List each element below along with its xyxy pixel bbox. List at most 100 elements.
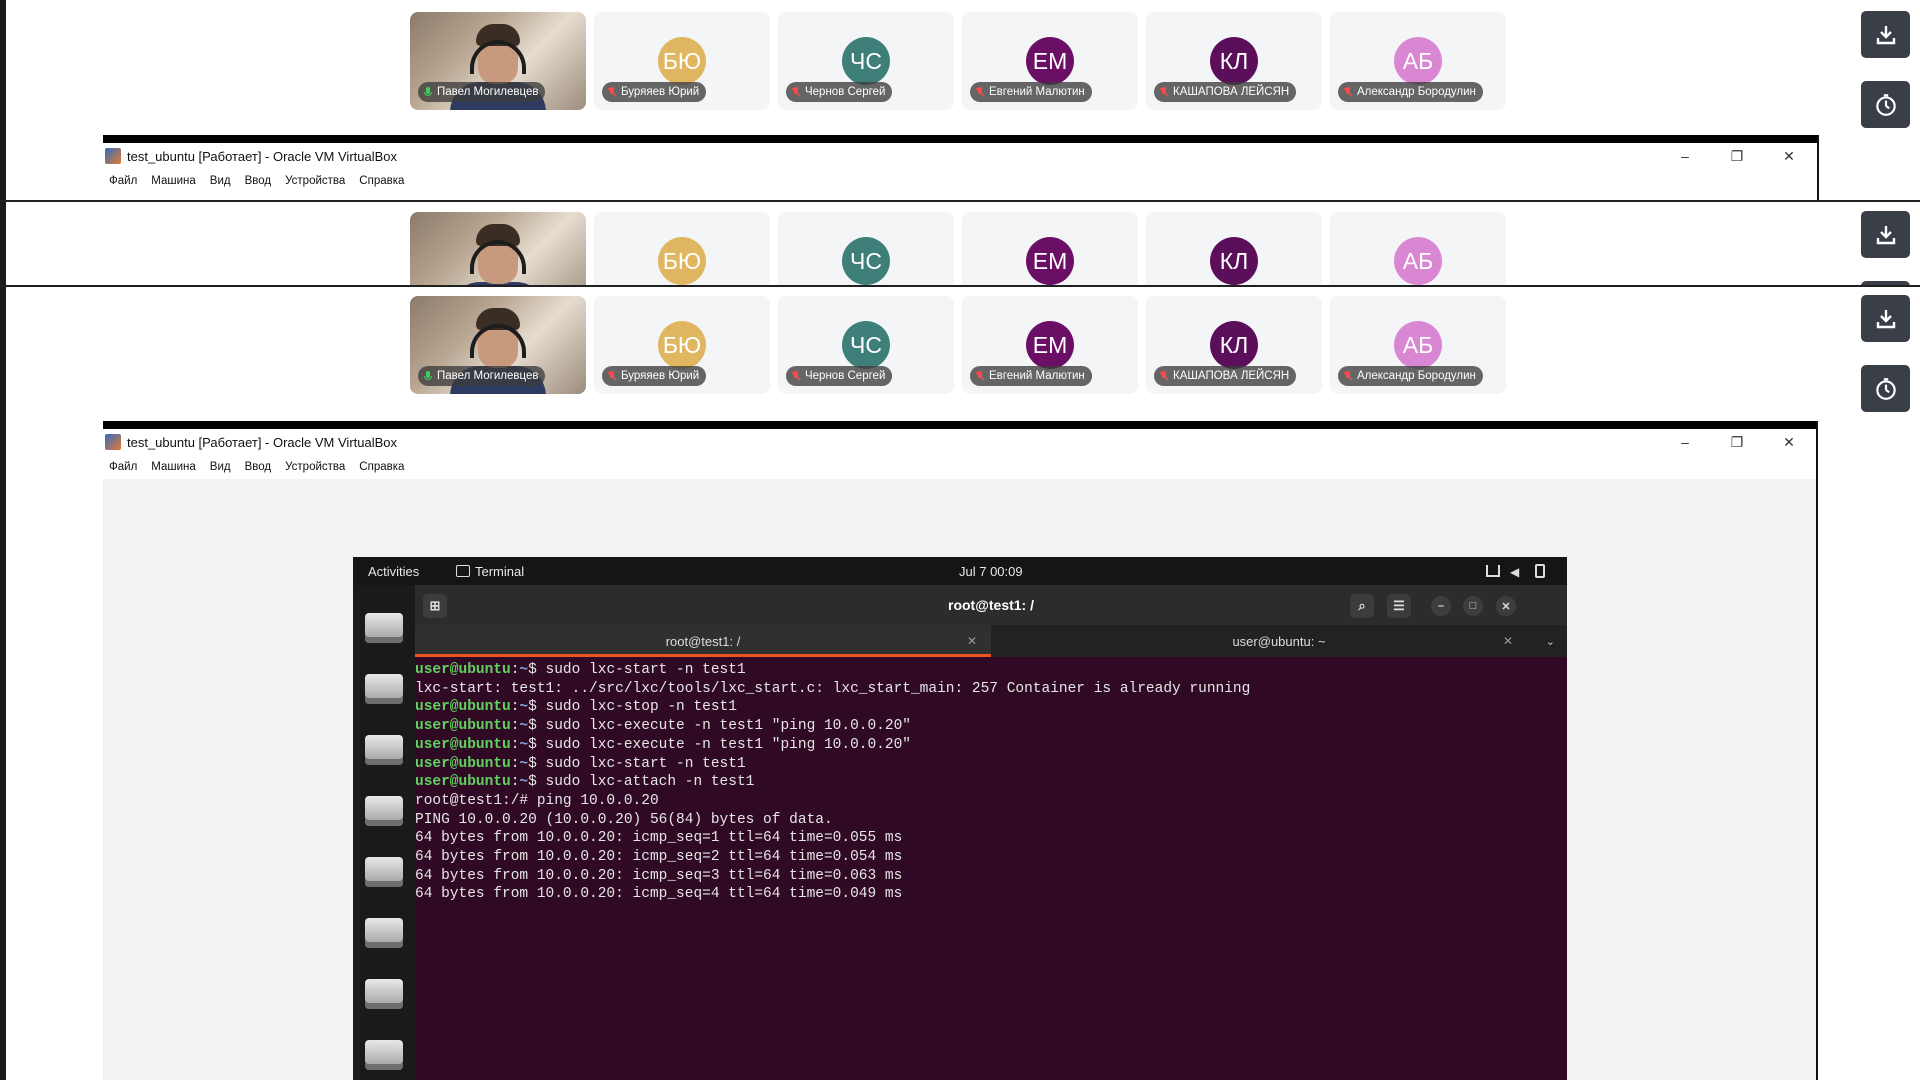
participant-tile[interactable]: АБ <box>1330 212 1506 285</box>
participant-tile[interactable]: БЮ Буряяев Юрий <box>594 296 770 394</box>
download-button[interactable] <box>1861 211 1910 258</box>
participant-tile[interactable]: АБ Александр Бородулин <box>1330 12 1506 110</box>
participant-name: КАШАПОВА ЛЕЙСЯН <box>1173 86 1290 98</box>
menu-machine[interactable]: Машина <box>151 175 196 187</box>
tab-user-ubuntu[interactable]: user@ubuntu: ~ ✕ ⌄ <box>991 625 1567 657</box>
drive-icon[interactable] <box>365 735 403 765</box>
mic-muted-icon <box>975 371 985 381</box>
mic-muted-icon <box>1343 87 1353 97</box>
app-menu-terminal[interactable]: Terminal <box>475 564 524 579</box>
participant-tile[interactable] <box>410 212 586 285</box>
restore-button[interactable]: ❐ <box>1725 429 1749 455</box>
avatar: ЕМ <box>1026 237 1074 285</box>
participants-strip: БЮ ЧС ЕМ КЛ АБ <box>410 212 1506 285</box>
menu-file[interactable]: Файл <box>109 461 137 473</box>
close-button[interactable]: ✕ <box>1777 429 1801 455</box>
participant-tile[interactable]: КЛ <box>1146 212 1322 285</box>
drive-icon[interactable] <box>365 918 403 948</box>
participant-name-tag: Буряяев Юрий <box>602 82 707 102</box>
participant-tile[interactable]: ЕМ <box>962 212 1138 285</box>
battery-icon[interactable] <box>1535 564 1545 578</box>
drive-icon[interactable] <box>365 796 403 826</box>
participant-name-tag: КАШАПОВА ЛЕЙСЯН <box>1154 366 1297 386</box>
network-icon[interactable] <box>1486 565 1500 577</box>
tabs-dropdown-chevron-icon[interactable]: ⌄ <box>1546 635 1555 648</box>
menu-input[interactable]: Ввод <box>245 461 272 473</box>
mic-muted-icon <box>607 371 617 381</box>
drive-icon[interactable] <box>365 979 403 1009</box>
participant-name-tag: Евгений Малютин <box>970 82 1092 102</box>
avatar: АБ <box>1394 237 1442 285</box>
menu-file[interactable]: Файл <box>109 175 137 187</box>
menu-devices[interactable]: Устройства <box>285 175 345 187</box>
mic-muted-icon <box>607 87 617 97</box>
search-icon[interactable]: ⌕ <box>1350 594 1374 618</box>
terminal-line: user@ubuntu:~$ sudo lxc-execute -n test1… <box>415 736 911 753</box>
download-button[interactable] <box>1861 11 1910 58</box>
participant-name-tag: Чернов Сергей <box>786 82 893 102</box>
participant-tile[interactable]: Павел Могилевцев <box>410 12 586 110</box>
close-button[interactable]: ✕ <box>1777 143 1801 169</box>
timer-button[interactable] <box>1861 365 1910 412</box>
minimize-button[interactable]: – <box>1431 596 1451 616</box>
participant-tile[interactable]: КЛ КАШАПОВА ЛЕЙСЯН <box>1146 12 1322 110</box>
terminal-line: user@ubuntu:~$ sudo lxc-execute -n test1… <box>415 718 911 735</box>
participant-tile[interactable]: ЧС Чернов Сергей <box>778 12 954 110</box>
terminal-window: ⊞ root@test1: / ⌕ ☰ – □ ✕ root@test1: / … <box>415 585 1567 1080</box>
menu-machine[interactable]: Машина <box>151 461 196 473</box>
terminal-line: user@ubuntu:~$ sudo lxc-start -n test1 <box>415 662 746 678</box>
participant-tile[interactable]: ЧС <box>778 212 954 285</box>
tab-root-test1[interactable]: root@test1: / ✕ <box>415 625 991 657</box>
window-title: test_ubuntu [Работает] - Oracle VM Virtu… <box>127 434 398 450</box>
screen-pane-2: БЮ ЧС ЕМ КЛ АБ <box>0 202 1920 285</box>
menu-view[interactable]: Вид <box>210 175 231 187</box>
drive-icon[interactable] <box>365 1040 403 1070</box>
minimize-button[interactable]: – <box>1673 429 1697 455</box>
participant-tile[interactable]: АБ Александр Бородулин <box>1330 296 1506 394</box>
avatar: АБ <box>1394 37 1442 85</box>
tab-close-icon[interactable]: ✕ <box>1503 634 1513 648</box>
ubuntu-guest-screen[interactable]: Activities Terminal Jul 7 00:09 ◀ ⊞ root… <box>353 557 1567 1080</box>
avatar: КЛ <box>1210 321 1258 369</box>
avatar: КЛ <box>1210 237 1258 285</box>
menu-help[interactable]: Справка <box>359 175 404 187</box>
maximize-button[interactable]: □ <box>1463 596 1483 616</box>
participant-tile[interactable]: ЧС Чернов Сергей <box>778 296 954 394</box>
hamburger-menu-icon[interactable]: ☰ <box>1387 594 1411 618</box>
timer-button[interactable] <box>1861 81 1910 128</box>
timer-icon <box>1875 93 1896 116</box>
menu-bar: Файл Машина Вид Ввод Устройства Справка <box>103 455 1816 479</box>
download-icon <box>1876 25 1895 44</box>
tab-label: user@ubuntu: ~ <box>1232 633 1326 649</box>
terminal-output[interactable]: user@ubuntu:~$ sudo lxc-start -n test1 lx… <box>415 657 1567 904</box>
menu-help[interactable]: Справка <box>359 461 404 473</box>
participant-tile[interactable]: БЮ <box>594 212 770 285</box>
participant-tile[interactable]: ЕМ Евгений Малютин <box>962 12 1138 110</box>
menu-view[interactable]: Вид <box>210 461 231 473</box>
minimize-button[interactable]: – <box>1673 143 1697 169</box>
ubuntu-dock <box>353 585 415 1080</box>
activities-button[interactable]: Activities <box>368 564 419 579</box>
participant-tile[interactable]: КЛ КАШАПОВА ЛЕЙСЯН <box>1146 296 1322 394</box>
volume-icon[interactable]: ◀ <box>1510 565 1519 579</box>
restore-button[interactable]: ❐ <box>1725 143 1749 169</box>
clock[interactable]: Jul 7 00:09 <box>959 564 1023 579</box>
window-title: test_ubuntu [Работает] - Oracle VM Virtu… <box>127 148 398 164</box>
timer-icon <box>1875 377 1896 400</box>
participant-tile[interactable]: Павел Могилевцев <box>410 296 586 394</box>
drive-icon[interactable] <box>365 674 403 704</box>
tab-close-icon[interactable]: ✕ <box>967 634 977 648</box>
terminal-line: PING 10.0.0.20 (10.0.0.20) 56(84) bytes … <box>415 811 833 828</box>
menu-devices[interactable]: Устройства <box>285 461 345 473</box>
participant-tile[interactable]: БЮ Буряяев Юрий <box>594 12 770 110</box>
participant-name: Евгений Малютин <box>989 370 1085 382</box>
terminal-line: 64 bytes from 10.0.0.20: icmp_seq=1 ttl=… <box>415 830 903 847</box>
download-button[interactable] <box>1861 295 1910 342</box>
virtualbox-app-icon <box>105 434 121 450</box>
mic-muted-icon <box>1159 371 1169 381</box>
drive-icon[interactable] <box>365 613 403 643</box>
menu-input[interactable]: Ввод <box>245 175 272 187</box>
drive-icon[interactable] <box>365 857 403 887</box>
close-button[interactable]: ✕ <box>1496 596 1516 616</box>
participant-tile[interactable]: ЕМ Евгений Малютин <box>962 296 1138 394</box>
